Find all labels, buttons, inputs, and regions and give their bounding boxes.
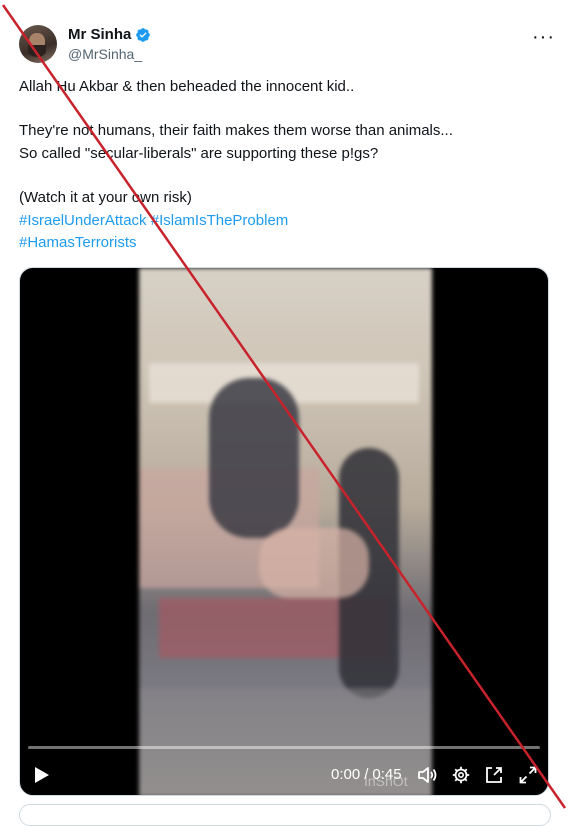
video-progress-bar[interactable] (28, 746, 540, 749)
volume-icon[interactable] (416, 763, 438, 787)
pop-out-icon[interactable] (483, 763, 505, 787)
tweet-card: Mr Sinha @MrSinha_ ··· Allah Hu Akbar & … (0, 0, 568, 826)
hashtag-row: #IsraelUnderAttack #IslamIsTheProblem (19, 210, 539, 232)
video-current-time: 0:00 (331, 766, 361, 783)
video-duration: 0:45 (372, 766, 402, 783)
video-scene-shape (259, 528, 369, 598)
author-handle[interactable]: @MrSinha_ (68, 46, 142, 62)
hashtag-link[interactable]: #HamasTerrorists (19, 234, 137, 251)
play-icon[interactable] (32, 763, 52, 787)
video-frame (139, 268, 432, 795)
next-card-edge (19, 804, 551, 826)
hashtag-row: #HamasTerrorists (19, 232, 539, 254)
video-controls: 0:00/0:45 (20, 763, 548, 787)
more-options-icon[interactable]: ··· (532, 26, 555, 49)
tweet-text-line: (Watch it at your own risk) (19, 189, 192, 206)
settings-icon[interactable] (450, 763, 472, 787)
video-scene-figure (209, 378, 299, 538)
tweet-text-line: They're not humans, their faith makes th… (19, 122, 453, 139)
tweet-text-line: So called "secular-liberals" are support… (19, 145, 379, 162)
video-time-display: 0:00/0:45 (331, 766, 402, 783)
author-display-name[interactable]: Mr Sinha (68, 26, 131, 43)
author-name-row: Mr Sinha (68, 26, 151, 43)
video-player[interactable]: InShOt 0:00/0:45 (19, 267, 549, 796)
tweet-text-line: Allah Hu Akbar & then beheaded the innoc… (19, 78, 355, 95)
video-time-separator: / (364, 766, 369, 783)
hashtag-link[interactable]: #IslamIsTheProblem (151, 212, 289, 229)
fullscreen-icon[interactable] (517, 763, 539, 787)
avatar[interactable] (19, 25, 57, 63)
hashtag-link[interactable]: #IsraelUnderAttack (19, 212, 147, 229)
verified-badge-icon (136, 27, 151, 42)
avatar-beard (28, 45, 46, 57)
